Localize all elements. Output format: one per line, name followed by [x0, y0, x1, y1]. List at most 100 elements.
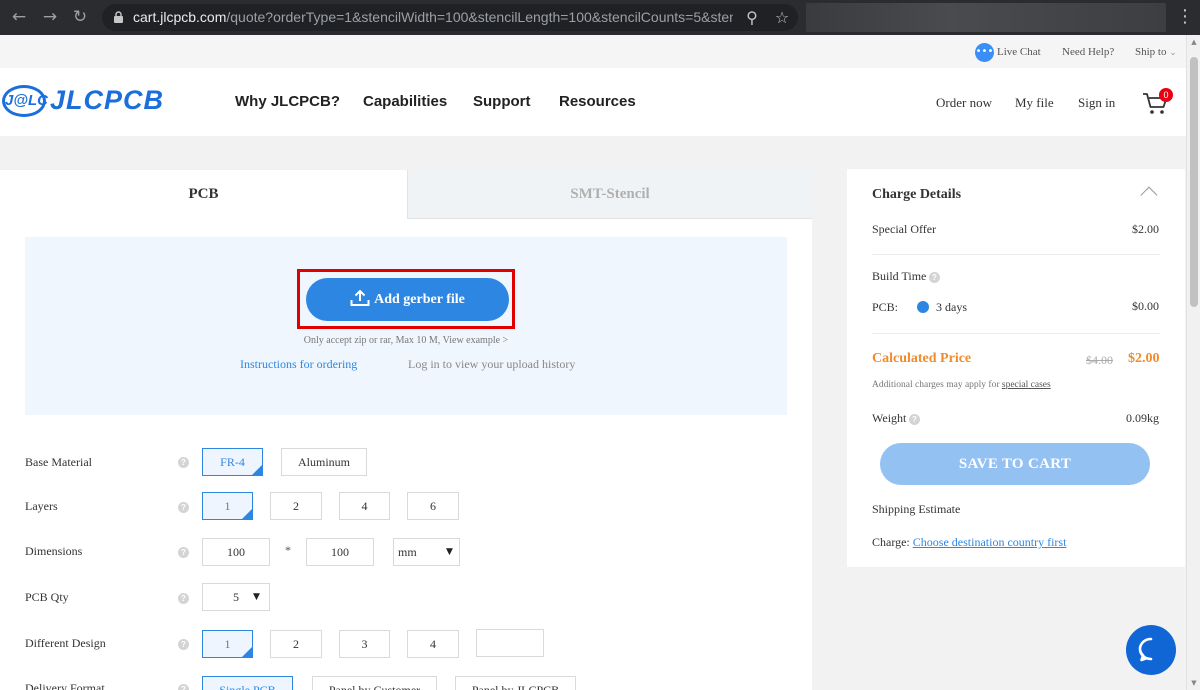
layers-option-6[interactable]: 6 — [407, 492, 459, 520]
cart-count-badge: 0 — [1159, 88, 1173, 102]
help-icon[interactable]: ? — [909, 414, 920, 425]
build-days: 3 days — [936, 300, 967, 314]
need-help-link[interactable]: Need Help? — [1062, 46, 1114, 58]
scroll-thumb[interactable] — [1190, 57, 1198, 307]
add-gerber-label: Add gerber file — [374, 292, 465, 307]
chevron-down-icon: ⌄ — [1169, 48, 1177, 58]
scroll-up-icon[interactable]: ▲ — [1187, 35, 1200, 49]
different-design-label: Different Design — [25, 636, 106, 650]
tab-pcb[interactable]: PCB — [0, 170, 407, 219]
design-option-1[interactable]: 1 — [202, 630, 253, 658]
nav-resources[interactable]: Resources — [559, 93, 636, 110]
order-panel: PCB SMT-Stencil Add gerber file Only acc… — [0, 170, 812, 690]
times-symbol: * — [285, 543, 291, 557]
chat-widget-button[interactable] — [1126, 625, 1176, 675]
nav-why-jlcpcb[interactable]: Why JLCPCB? — [235, 93, 340, 110]
chat-icon — [1138, 637, 1153, 662]
upload-note: Only accept zip or rar, Max 10 M, View e… — [303, 335, 509, 346]
weight-value: 0.09kg — [1126, 411, 1159, 425]
site-header: J@LC JLCPCB Why JLCPCB? Capabilities Sup… — [0, 68, 1186, 136]
pcb-build-label: PCB: — [872, 300, 899, 314]
logo-mark: J@LC — [2, 85, 48, 117]
help-icon[interactable]: ? — [178, 639, 189, 650]
help-icon[interactable]: ? — [178, 457, 189, 468]
bookmark-star-icon[interactable]: ☆ — [772, 8, 792, 28]
special-cases-link[interactable]: special cases — [1002, 380, 1051, 390]
back-arrow-icon[interactable]: ← — [9, 7, 29, 27]
shipping-estimate-label: Shipping Estimate — [872, 502, 961, 516]
pcb-qty-select[interactable]: 5 ▼ — [202, 583, 270, 611]
delivery-single-pcb[interactable]: Single PCB — [202, 676, 293, 690]
blurred-extensions — [806, 3, 1166, 32]
weight-label: Weight — [872, 411, 907, 425]
design-custom-input[interactable] — [476, 629, 544, 657]
browser-toolbar: ← → ↻ cart.jlcpcb.com/quote?orderType=1&… — [0, 0, 1200, 35]
save-to-cart-button[interactable]: SAVE TO CART — [880, 443, 1150, 485]
instructions-link[interactable]: Instructions for ordering — [240, 357, 357, 372]
scroll-down-icon[interactable]: ▼ — [1187, 676, 1200, 690]
design-option-4[interactable]: 4 — [407, 630, 459, 658]
tab-smt-stencil[interactable]: SMT-Stencil — [407, 170, 812, 219]
layers-option-2[interactable]: 2 — [270, 492, 322, 520]
charge-details-panel: Charge Details Special Offer $2.00 Build… — [847, 169, 1185, 567]
help-icon[interactable]: ? — [178, 502, 189, 513]
divider — [872, 333, 1160, 334]
dimension-length-input[interactable]: 100 — [306, 538, 374, 566]
nav-capabilities[interactable]: Capabilities — [363, 93, 447, 110]
ship-to-dropdown[interactable]: Ship to ⌄ — [1135, 46, 1177, 58]
calculated-price-label: Calculated Price — [872, 351, 972, 366]
special-offer-value: $2.00 — [1132, 222, 1159, 236]
base-material-aluminum[interactable]: Aluminum — [281, 448, 367, 476]
delivery-panel-by-customer[interactable]: Panel by Customer — [312, 676, 437, 690]
help-icon[interactable]: ? — [178, 593, 189, 604]
sign-in-link[interactable]: Sign in — [1078, 95, 1115, 111]
chat-bubble-icon[interactable]: ••• — [975, 43, 994, 62]
zoom-icon[interactable]: ⚲ — [742, 8, 762, 28]
dimension-width-input[interactable]: 100 — [202, 538, 270, 566]
order-now-link[interactable]: Order now — [936, 95, 992, 111]
upload-area: Add gerber file Only accept zip or rar, … — [25, 237, 787, 415]
logo-text: JLCPCB — [50, 85, 165, 115]
design-option-2[interactable]: 2 — [270, 630, 322, 658]
charge-details-title: Charge Details — [872, 187, 962, 202]
dimension-unit-select[interactable]: mm ▼ — [393, 538, 460, 566]
reload-icon[interactable]: ↻ — [70, 7, 90, 27]
design-option-3[interactable]: 3 — [339, 630, 390, 658]
layers-label: Layers — [25, 499, 58, 513]
help-icon[interactable]: ? — [178, 684, 189, 690]
live-chat-link[interactable]: Live Chat — [997, 46, 1041, 58]
choose-country-link[interactable]: Choose destination country first — [913, 535, 1067, 549]
utility-bar: ••• Live Chat Need Help? Ship to ⌄ — [0, 35, 1186, 68]
calculated-price-value: $2.00 — [1128, 351, 1160, 366]
help-icon[interactable]: ? — [929, 272, 940, 283]
chevron-down-icon: ▼ — [446, 547, 453, 557]
delivery-format-label: Delivery Format — [25, 681, 105, 690]
my-file-link[interactable]: My file — [1015, 95, 1054, 111]
old-price: $4.00 — [1086, 353, 1113, 367]
build-price: $0.00 — [1132, 299, 1159, 313]
upload-icon — [350, 289, 370, 306]
page-scrollbar[interactable]: ▲ ▼ — [1186, 35, 1200, 690]
dimensions-label: Dimensions — [25, 544, 83, 558]
pcb-qty-value: 5 — [233, 590, 239, 604]
base-material-label: Base Material — [25, 455, 92, 469]
base-material-fr4[interactable]: FR-4 — [202, 448, 263, 476]
special-offer-label: Special Offer — [872, 222, 937, 236]
layers-option-1[interactable]: 1 — [202, 492, 253, 520]
help-icon[interactable]: ? — [178, 547, 189, 558]
delivery-panel-by-jlcpcb[interactable]: Panel by JLCPCB — [455, 676, 576, 690]
additional-charges-note: Additional charges may apply for special… — [872, 380, 1051, 390]
build-time-label: Build Time — [872, 269, 927, 283]
address-bar[interactable]: cart.jlcpcb.com/quote?orderType=1&stenci… — [102, 4, 798, 31]
upload-history-link[interactable]: Log in to view your upload history — [408, 357, 575, 372]
forward-arrow-icon[interactable]: → — [40, 7, 60, 27]
browser-menu-icon[interactable]: ⋮ — [1176, 7, 1194, 27]
pcb-qty-label: PCB Qty — [25, 590, 69, 604]
chevron-up-icon[interactable] — [1140, 186, 1158, 204]
build-time-radio[interactable] — [917, 301, 929, 313]
url-text: cart.jlcpcb.com/quote?orderType=1&stenci… — [133, 9, 733, 25]
lock-icon — [114, 11, 123, 23]
nav-support[interactable]: Support — [473, 93, 531, 110]
layers-option-4[interactable]: 4 — [339, 492, 390, 520]
add-gerber-button[interactable]: Add gerber file — [306, 278, 509, 321]
